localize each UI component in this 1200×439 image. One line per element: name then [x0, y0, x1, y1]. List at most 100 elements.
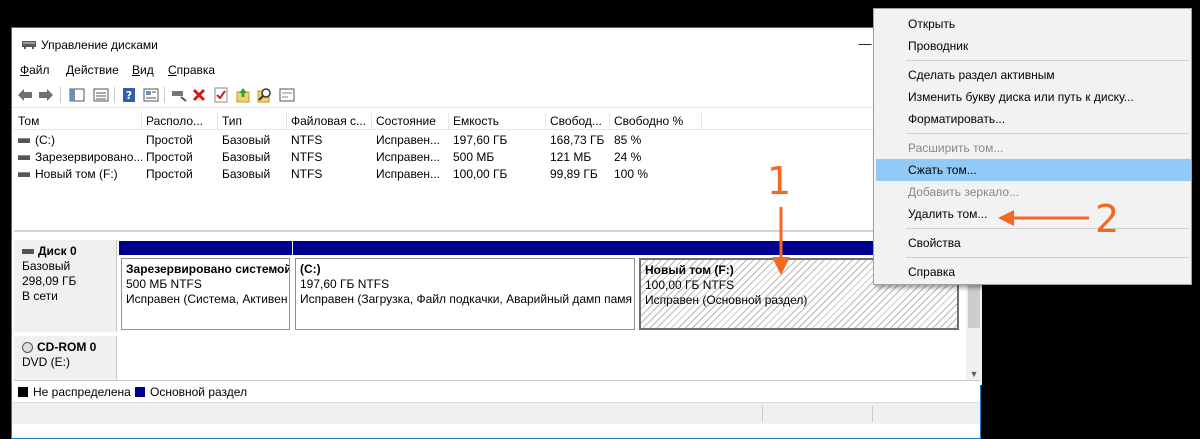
- toolbar-separator: [114, 87, 115, 103]
- delete-icon[interactable]: [190, 86, 208, 104]
- menu-separator: [906, 60, 1189, 61]
- menu-item-help[interactable]: Справка: [876, 261, 1191, 283]
- menu-help-accel: С: [168, 63, 177, 77]
- cd-icon: [22, 342, 33, 354]
- column-header-status[interactable]: Состояние: [372, 113, 449, 130]
- annotation-number-2: 2: [1095, 197, 1120, 241]
- menu-item-mark-active[interactable]: Сделать раздел активным: [876, 64, 1191, 86]
- menu-item-properties[interactable]: Свойства: [876, 232, 1191, 254]
- menu-item-format[interactable]: Форматировать...: [876, 108, 1191, 130]
- show-hide-tree-icon[interactable]: [68, 86, 86, 104]
- disk-management-window: Управление дисками — Файл Действие Вид С…: [11, 27, 982, 439]
- connect-icon[interactable]: [170, 86, 188, 104]
- menu-file[interactable]: Файл: [20, 63, 50, 77]
- annotation-number-1: 1: [767, 159, 792, 203]
- toolbar: ?: [12, 82, 980, 108]
- legend-label: Не распределена: [33, 385, 131, 399]
- disk-0-label[interactable]: Диск 0 Базовый 298,09 ГБ В сети: [14, 240, 117, 332]
- cell-volume-name: Новый том (F:): [35, 167, 118, 181]
- cell-filesystem: NTFS: [291, 150, 323, 164]
- menu-action[interactable]: Действие: [66, 63, 119, 77]
- menu-help-rest: правка: [176, 63, 216, 77]
- cdrom-0-name-line: CD-ROM 0: [22, 340, 116, 355]
- menu-view[interactable]: Вид: [132, 63, 154, 77]
- status-divider: [872, 406, 873, 422]
- disk-management-app-icon: [21, 38, 37, 50]
- column-header-capacity[interactable]: Емкость: [449, 113, 546, 130]
- partition-reserved-body: Зарезервировано системой 500 МБ NTFS Исп…: [121, 258, 290, 330]
- cell-capacity: 197,60 ГБ: [453, 133, 508, 147]
- column-header-free-percent[interactable]: Свободно %: [610, 113, 702, 130]
- disk-0-status: В сети: [22, 289, 58, 303]
- menu-file-rest: айл: [29, 63, 50, 77]
- title-bar: Управление дисками —: [12, 28, 980, 60]
- legend: Не распределена Основной раздел: [14, 380, 980, 402]
- table-row[interactable]: Зарезервировано... Простой Базовый NTFS …: [14, 149, 980, 166]
- volume-icon: [18, 172, 30, 178]
- partition-status: Исправен (Основной раздел): [645, 293, 808, 307]
- forward-icon[interactable]: [37, 86, 55, 104]
- cell-layout: Простой: [146, 150, 193, 164]
- column-header-type[interactable]: Тип: [218, 113, 287, 130]
- settings-icon[interactable]: [278, 86, 296, 104]
- menu-help[interactable]: Справка: [168, 63, 215, 77]
- legend-swatch-unallocated: [18, 387, 28, 397]
- menu-item-explorer[interactable]: Проводник: [876, 35, 1191, 57]
- partition-c-body: (C:) 197,60 ГБ NTFS Исправен (Загрузка, …: [295, 258, 635, 330]
- properties-icon[interactable]: [142, 86, 160, 104]
- menu-file-accel: Ф: [20, 63, 30, 77]
- partition-status: Исправен (Загрузка, Файл подкачки, Авари…: [300, 292, 633, 306]
- cell-volume-name: Зарезервировано...: [35, 150, 142, 164]
- disk-0-size: 298,09 ГБ: [22, 274, 77, 288]
- table-row[interactable]: (C:) Простой Базовый NTFS Исправен... 19…: [14, 132, 980, 149]
- context-menu: Открыть Проводник Сделать раздел активны…: [873, 8, 1192, 285]
- menu-action-accel: Д: [66, 63, 75, 77]
- up-icon[interactable]: [234, 86, 252, 104]
- volume-list: Том Располо... Тип Файловая с... Состоян…: [14, 113, 980, 229]
- column-header-filesystem[interactable]: Файловая с...: [287, 113, 372, 130]
- partition-size: 197,60 ГБ NTFS: [300, 277, 390, 291]
- menu-view-accel: В: [132, 63, 141, 77]
- toolbar-separator: [60, 87, 61, 103]
- cell-layout: Простой: [146, 167, 193, 181]
- cell-status: Исправен...: [376, 150, 441, 164]
- menu-item-change-drive-letter[interactable]: Изменить букву диска или путь к диску...: [876, 86, 1191, 108]
- cdrom-0-type: DVD (E:): [22, 355, 70, 369]
- cell-filesystem: NTFS: [291, 167, 323, 181]
- legend-label: Основной раздел: [150, 385, 248, 399]
- partition-c[interactable]: (C:) 197,60 ГБ NTFS Исправен (Загрузка, …: [293, 241, 637, 330]
- window-title: Управление дисками: [41, 38, 158, 52]
- cell-free: 121 МБ: [550, 150, 592, 164]
- menu-separator: [906, 133, 1189, 134]
- check-icon[interactable]: [212, 86, 230, 104]
- list-view-icon[interactable]: [92, 86, 110, 104]
- cell-free-percent: 24 %: [614, 150, 642, 164]
- cdrom-0-name: CD-ROM 0: [37, 340, 97, 354]
- cell-capacity: 500 МБ: [453, 150, 495, 164]
- cdrom-0-label[interactable]: CD-ROM 0 DVD (E:): [14, 336, 117, 380]
- volume-icon: [18, 155, 30, 161]
- menu-item-open[interactable]: Открыть: [876, 13, 1191, 35]
- search-icon[interactable]: [256, 86, 274, 104]
- menu-separator: [906, 257, 1189, 258]
- volume-icon: [18, 138, 30, 144]
- menu-view-rest: ид: [140, 63, 154, 77]
- partition-reserved[interactable]: Зарезервировано системой 500 МБ NTFS Исп…: [119, 241, 292, 330]
- legend-swatch-primary: [135, 387, 145, 397]
- disk-0-name: Диск 0: [38, 244, 77, 258]
- cell-layout: Простой: [146, 133, 193, 147]
- status-bar: [12, 402, 980, 424]
- menu-item-shrink-volume[interactable]: Сжать том...: [876, 159, 1191, 181]
- back-icon[interactable]: [16, 86, 34, 104]
- primary-partition-bar: [293, 241, 637, 255]
- table-row[interactable]: Новый том (F:) Простой Базовый NTFS Испр…: [14, 166, 980, 183]
- partition-status: Исправен (Система, Активен: [126, 292, 288, 306]
- column-header-volume[interactable]: Том: [14, 113, 142, 130]
- partition-title: (C:): [300, 262, 321, 276]
- column-header-free[interactable]: Свобод...: [546, 113, 610, 130]
- help-icon[interactable]: ?: [120, 86, 138, 104]
- column-header-layout[interactable]: Располо...: [142, 113, 218, 130]
- cell-volume: Новый том (F:): [14, 166, 142, 183]
- help-icon-glyph: ?: [126, 89, 132, 102]
- cell-volume: Зарезервировано...: [14, 149, 142, 166]
